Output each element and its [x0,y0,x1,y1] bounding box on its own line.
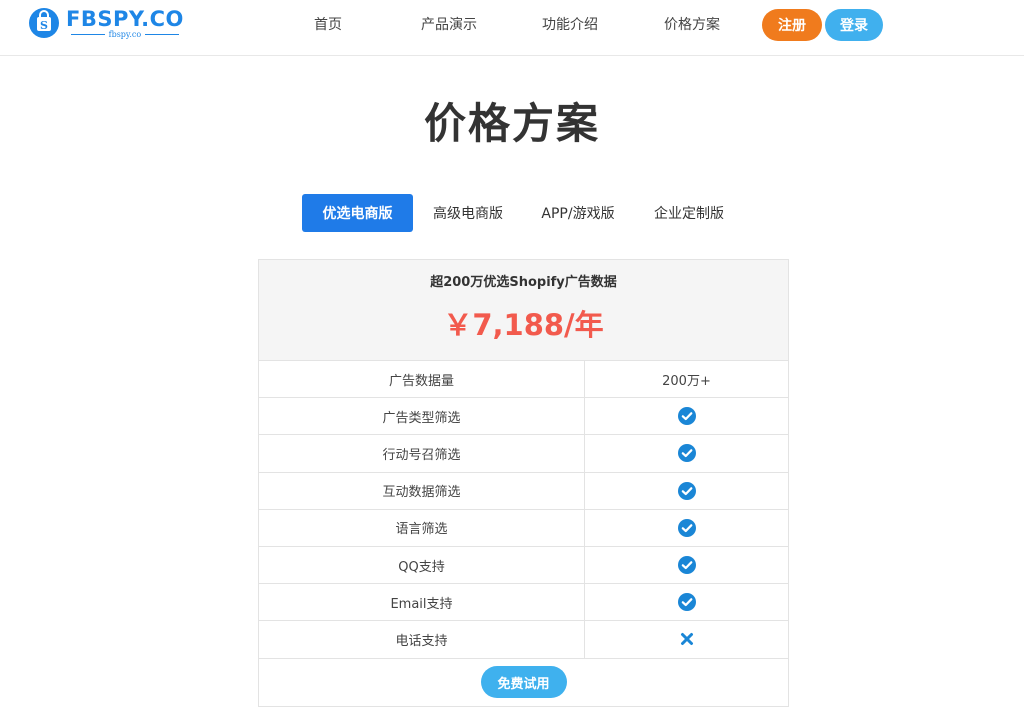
check-circle-icon [677,407,696,426]
feature-label: 广告数据量 [259,361,585,398]
feature-label: 语言筛选 [259,509,585,546]
feature-label: 电话支持 [259,621,585,658]
top-header: S FBSPY.CO fbspy.co 首页 产品演示 功能介绍 价格方案 注册… [0,0,1024,56]
plan-subtitle: 超200万优选Shopify广告数据 [430,275,617,290]
nav-pricing[interactable]: 价格方案 [664,14,720,34]
tab-app-game[interactable]: APP/游戏版 [530,194,626,232]
table-row: 电话支持 [259,621,788,659]
login-button[interactable]: 登录 [825,9,883,41]
register-button[interactable]: 注册 [762,9,822,41]
feature-label: Email支持 [259,584,585,621]
pricing-card-footer: 免费试用 [259,658,788,706]
free-trial-button[interactable]: 免费试用 [480,666,567,698]
brand-name: FBSPY.CO [66,6,184,31]
pricing-card-header: 超200万优选Shopify广告数据 ￥7,188/年 [259,260,788,361]
feature-label: 行动号召筛选 [259,435,585,472]
feature-table: 广告数据量 200万+ 广告类型筛选 行动号召筛选 互动数据筛选 语言筛选 QQ… [259,361,788,659]
logo[interactable]: S FBSPY.CO fbspy.co [28,6,184,40]
table-row: Email支持 [259,584,788,622]
tab-premium-ecommerce[interactable]: 优选电商版 [302,194,413,232]
check-circle-icon [677,593,696,612]
table-row: 互动数据筛选 [259,472,788,510]
nav-home[interactable]: 首页 [314,14,342,34]
table-row: 行动号召筛选 [259,435,788,473]
plan-price: ￥7,188/年 [443,308,604,342]
nav-features[interactable]: 功能介绍 [542,14,598,34]
check-circle-icon [677,444,696,463]
feature-label: QQ支持 [259,546,585,584]
cross-icon [680,633,693,646]
nav-demo[interactable]: 产品演示 [421,14,477,34]
feature-value: 200万+ [662,373,711,389]
table-row: 广告数据量 200万+ [259,361,788,399]
feature-label: 广告类型筛选 [259,398,585,435]
brand-domain: fbspy.co [66,30,184,39]
feature-label: 互动数据筛选 [259,472,585,509]
shopping-bag-logo-icon: S [29,8,59,38]
svg-text:S: S [40,19,48,32]
table-row: 广告类型筛选 [259,398,788,436]
check-circle-icon [677,518,696,537]
pricing-card: 超200万优选Shopify广告数据 ￥7,188/年 广告数据量 200万+ … [258,259,789,707]
page-title: 价格方案 [423,99,600,148]
check-circle-icon [677,481,696,500]
tab-enterprise-custom[interactable]: 企业定制版 [640,194,738,232]
table-row: QQ支持 [259,546,788,585]
table-row: 语言筛选 [259,509,788,547]
tab-advanced-ecommerce[interactable]: 高级电商版 [420,194,516,232]
check-circle-icon [677,556,696,575]
